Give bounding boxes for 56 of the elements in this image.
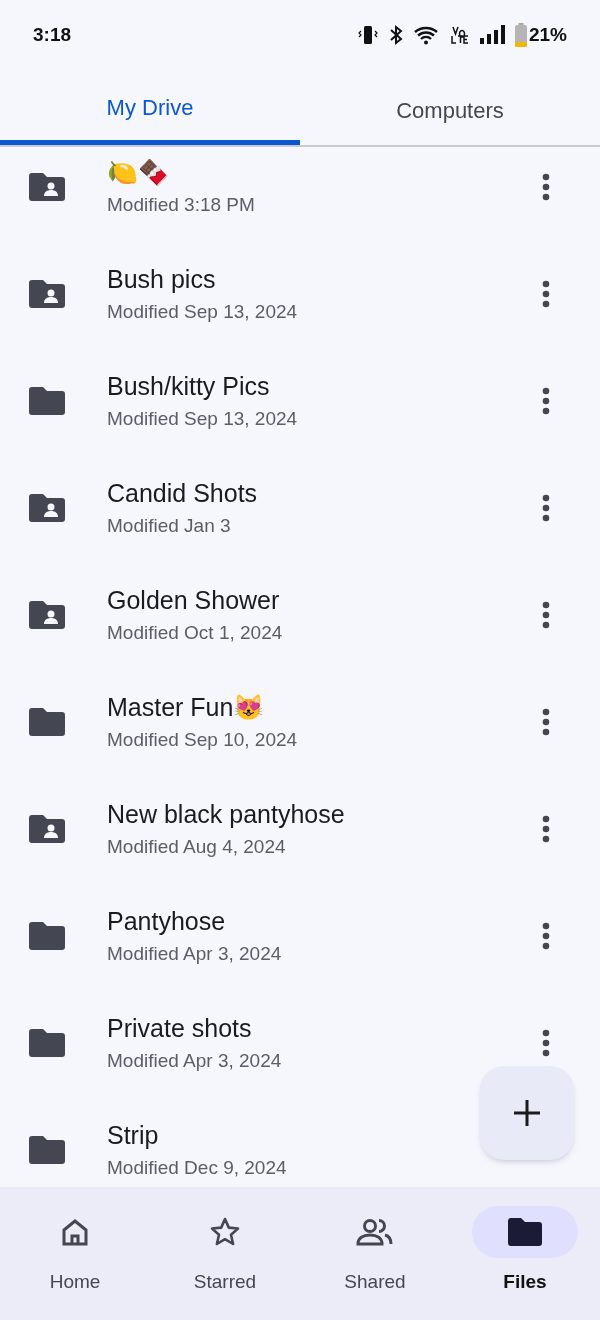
folder-icon — [29, 1135, 65, 1164]
more-icon — [542, 707, 550, 736]
volte-icon — [450, 24, 469, 46]
folder-icon — [29, 386, 65, 415]
shared-folder-icon — [29, 600, 65, 629]
battery-icon — [514, 23, 527, 47]
vibrate-icon — [356, 24, 379, 46]
folder-icon — [29, 1028, 65, 1057]
more-icon — [542, 279, 550, 308]
modified-date: Modified 3:18 PM — [107, 192, 255, 217]
nav-tab[interactable]: Files — [450, 1187, 600, 1320]
more-icon — [542, 600, 550, 629]
file-name[interactable]: Private shots — [107, 1012, 252, 1043]
file-name[interactable]: Master Fun😻 — [107, 691, 265, 722]
shared-folder-icon — [29, 279, 65, 308]
plus-icon — [512, 1098, 542, 1128]
modified-date: Modified Apr 3, 2024 — [107, 1048, 282, 1073]
more-icon — [542, 921, 550, 950]
more-icon — [542, 1028, 550, 1057]
file-name[interactable]: Candid Shots — [107, 477, 258, 508]
nav-tab[interactable]: Home — [0, 1187, 150, 1320]
more-icon — [542, 814, 550, 843]
more-icon — [542, 493, 550, 522]
bluetooth-icon — [388, 24, 403, 46]
shared-folder-icon — [29, 172, 65, 201]
battery-percent: 21% — [528, 22, 567, 47]
file-name[interactable]: Golden Shower — [107, 584, 280, 615]
file-name[interactable]: New black pantyhose — [107, 798, 345, 829]
more-icon — [542, 172, 550, 201]
shared-folder-icon — [29, 814, 65, 843]
modified-date: Modified Apr 3, 2024 — [107, 941, 282, 966]
shared-folder-icon — [29, 493, 65, 522]
file-name[interactable]: Bush pics — [107, 263, 216, 294]
tab[interactable]: Computers — [300, 70, 600, 145]
modified-date: Modified Dec 9, 2024 — [107, 1155, 287, 1180]
modified-date: Modified Sep 13, 2024 — [107, 299, 298, 324]
modified-date: Modified Aug 4, 2024 — [107, 834, 286, 859]
home-icon — [60, 1217, 90, 1247]
nav-tab[interactable]: Shared — [300, 1187, 450, 1320]
more-icon — [542, 386, 550, 415]
nav-tab[interactable]: Starred — [150, 1187, 300, 1320]
modified-date: Modified Jan 3 — [107, 513, 231, 538]
people-icon — [356, 1217, 394, 1247]
folder-icon — [508, 1218, 542, 1246]
modified-date: Modified Oct 1, 2024 — [107, 620, 283, 645]
modified-date: Modified Sep 13, 2024 — [107, 406, 298, 431]
file-name[interactable]: Pantyhose — [107, 905, 226, 936]
star-icon — [209, 1216, 241, 1248]
folder-icon — [29, 921, 65, 950]
file-name[interactable]: Bush/kitty Pics — [107, 370, 270, 401]
status-time: 3:18 — [33, 22, 72, 47]
signal-icon — [478, 24, 505, 46]
modified-date: Modified Sep 10, 2024 — [107, 727, 298, 752]
folder-icon — [29, 707, 65, 736]
file-name[interactable]: Strip — [107, 1119, 159, 1150]
tab[interactable]: My Drive — [0, 70, 300, 145]
